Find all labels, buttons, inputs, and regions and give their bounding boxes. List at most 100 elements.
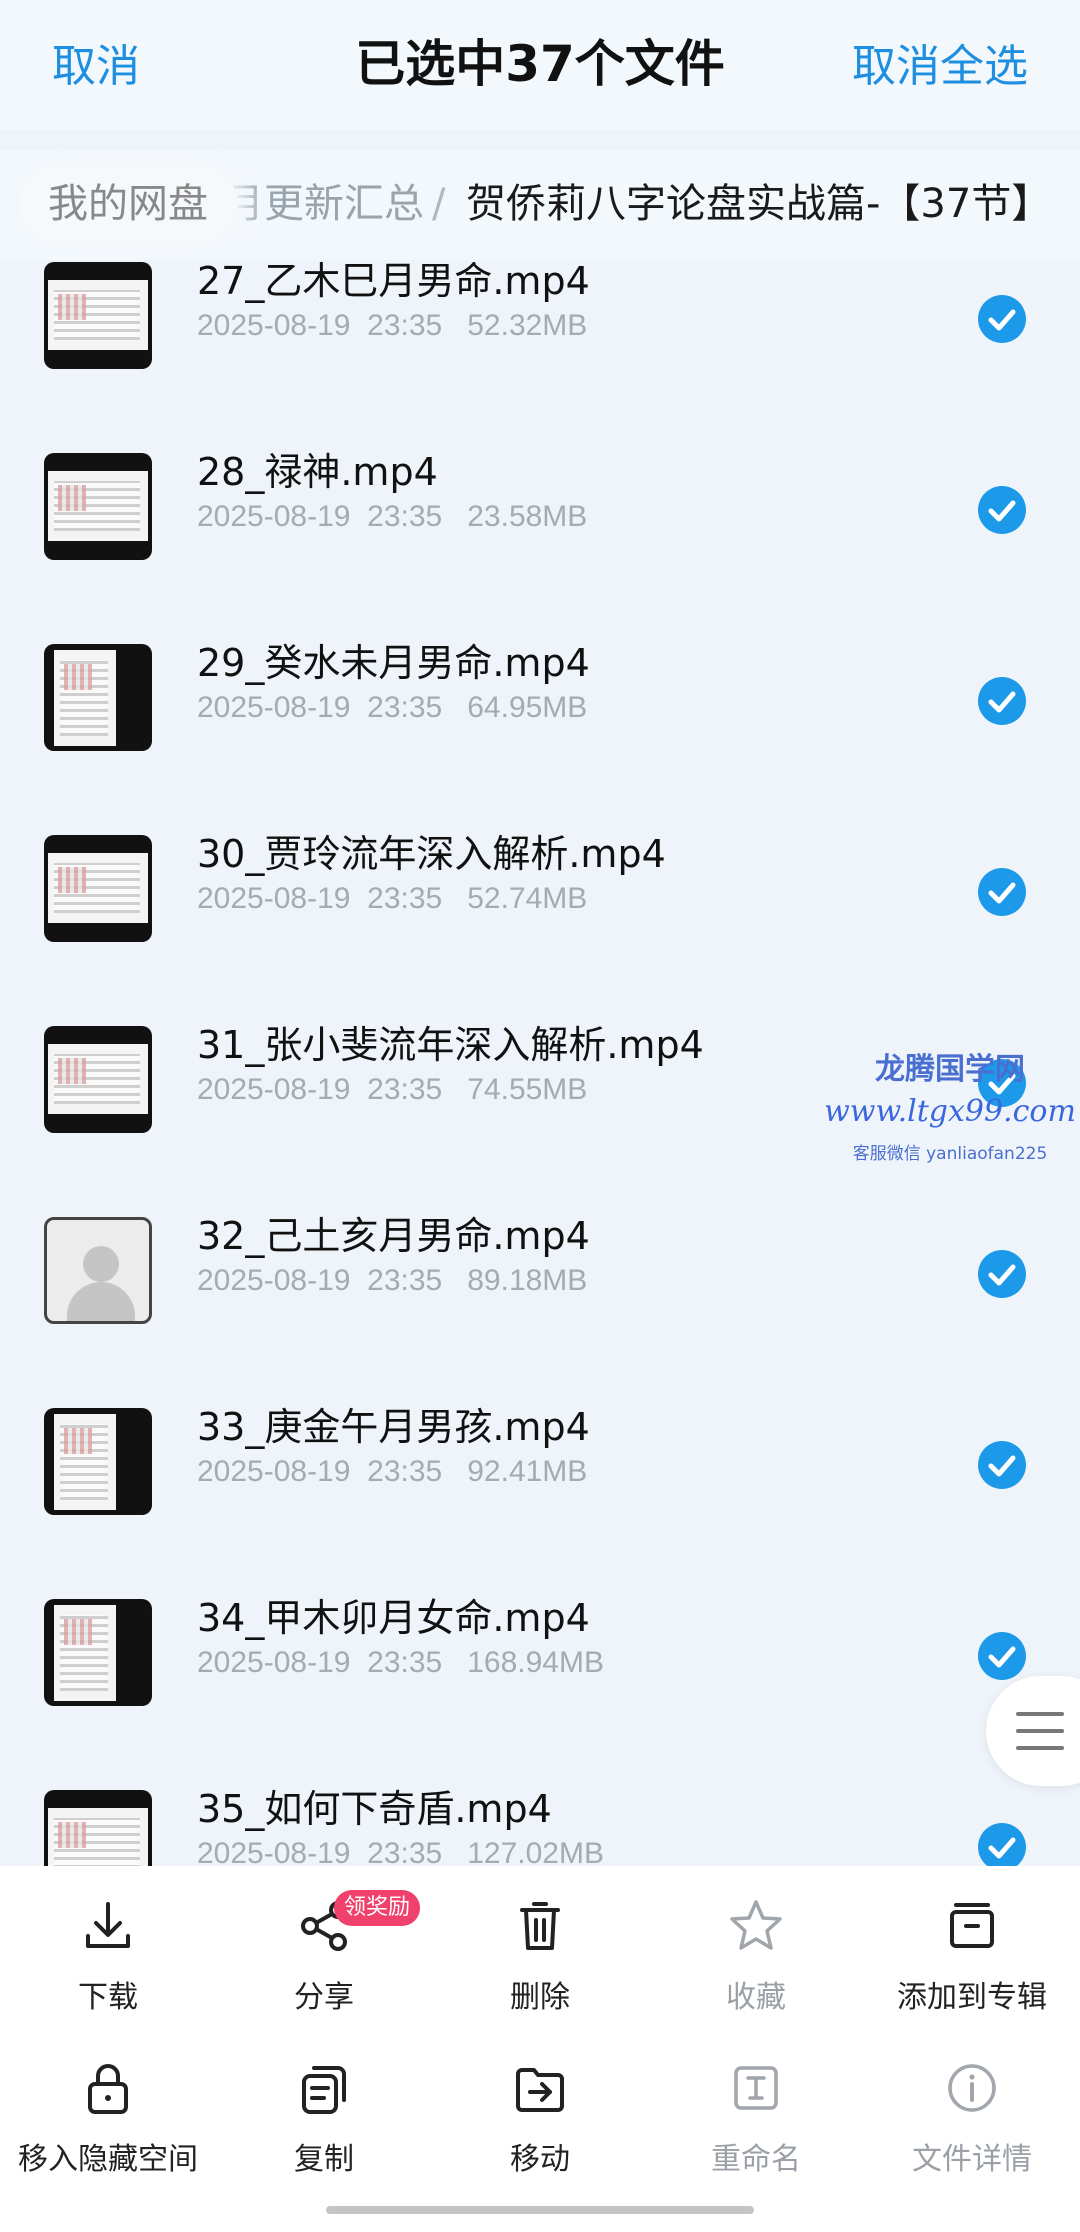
file-date: 2025-08-19 [197, 882, 351, 915]
file-size: 64.95MB [467, 691, 588, 724]
checkmark-icon [988, 1264, 1016, 1286]
checkmark-icon [988, 309, 1016, 331]
file-date: 2025-08-19 [197, 1073, 351, 1106]
checked-checkbox[interactable] [978, 1250, 1026, 1298]
file-meta: 2025-08-19 23:35 23.58MB [197, 500, 587, 534]
file-row[interactable]: 33_庚金午月男孩.mp4 2025-08-19 23:35 92.41MB [0, 1351, 1080, 1542]
file-time: 23:35 [367, 1455, 443, 1488]
file-time: 23:35 [367, 882, 443, 915]
breadcrumb-item-current: 贺侨莉八字论盘实战篇-【37节】 [466, 181, 1052, 227]
rename-icon [734, 2066, 778, 2110]
file-date: 2025-08-19 [197, 309, 351, 342]
breadcrumb-separator: / [432, 181, 446, 227]
home-indicator[interactable] [326, 2206, 754, 2214]
file-size: 127.02MB [467, 1837, 604, 1866]
selection-header: 取消 已选中37个文件 取消全选 [0, 0, 1080, 130]
watermark-contact: 客服微信 yanliaofan225 [852, 1144, 1048, 1164]
file-size: 52.74MB [467, 882, 588, 915]
share-label: 分享 [294, 1980, 354, 2015]
checked-checkbox[interactable] [978, 677, 1026, 725]
copy-label: 复制 [294, 2142, 354, 2177]
deselect-all-button[interactable]: 取消全选 [852, 30, 1028, 94]
rename-label: 重命名 [711, 2142, 801, 2177]
file-row[interactable]: 32_己土亥月男命.mp4 2025-08-19 23:35 89.18MB [0, 1160, 1080, 1351]
file-date: 2025-08-19 [197, 1455, 351, 1488]
menu-icon [1016, 1729, 1064, 1733]
file-meta: 2025-08-19 23:35 92.41MB [197, 1455, 587, 1489]
breadcrumb-item-my-drive[interactable]: 我的网盘 [18, 166, 238, 242]
file-size: 52.32MB [467, 309, 588, 342]
file-name: 27_乙木巳月男命.mp4 [197, 262, 590, 303]
video-thumbnail [44, 453, 152, 560]
move-to-hidden-space-label: 移入隐藏空间 [18, 2142, 198, 2177]
checkmark-icon [988, 1646, 1016, 1668]
checked-checkbox[interactable] [978, 1632, 1026, 1680]
favorite-button[interactable]: 收藏 [648, 1896, 864, 2016]
breadcrumb-item-monthly-updates[interactable]: 月更新汇总 [224, 166, 424, 242]
file-meta: 2025-08-19 23:35 127.02MB [197, 1837, 604, 1866]
checked-checkbox[interactable] [978, 486, 1026, 534]
file-size: 74.55MB [467, 1073, 588, 1106]
copy-button[interactable]: 复制 [216, 2058, 432, 2178]
download-label: 下载 [78, 1980, 138, 2015]
file-time: 23:35 [367, 1264, 443, 1297]
file-name: 32_己土亥月男命.mp4 [197, 1214, 590, 1258]
checkmark-icon [988, 500, 1016, 522]
file-row[interactable]: 27_乙木巳月男命.mp4 2025-08-19 23:35 52.32MB [0, 262, 1080, 396]
add-to-album-label: 添加到专辑 [897, 1980, 1047, 2015]
lock-icon [88, 2064, 128, 2114]
file-details-label: 文件详情 [912, 2142, 1032, 2177]
avatar-thumbnail [44, 1217, 152, 1324]
move-label: 移动 [510, 2142, 570, 2177]
file-row[interactable]: 29_癸水未月男命.mp4 2025-08-19 23:35 64.95MB [0, 587, 1080, 778]
download-button[interactable]: 下载 [0, 1896, 216, 2016]
checked-checkbox[interactable] [978, 295, 1026, 343]
delete-label: 删除 [510, 1980, 570, 2015]
file-time: 23:35 [367, 500, 443, 533]
info-icon [948, 2064, 996, 2112]
rename-button[interactable]: 重命名 [648, 2058, 864, 2178]
file-size: 23.58MB [467, 500, 588, 533]
file-time: 23:35 [367, 309, 443, 342]
file-name: 34_甲木卯月女命.mp4 [197, 1596, 590, 1640]
album-icon [950, 1903, 994, 1948]
file-size: 89.18MB [467, 1264, 588, 1297]
file-row[interactable]: 35_如何下奇盾.mp4 2025-08-19 23:35 127.02MB [0, 1733, 1080, 1866]
checkmark-icon [988, 691, 1016, 713]
video-thumbnail [44, 644, 152, 751]
file-row[interactable]: 34_甲木卯月女命.mp4 2025-08-19 23:35 168.94MB [0, 1542, 1080, 1733]
file-date: 2025-08-19 [197, 1837, 351, 1866]
delete-button[interactable]: 删除 [432, 1896, 648, 2016]
favorite-label: 收藏 [726, 1980, 786, 2015]
file-date: 2025-08-19 [197, 500, 351, 533]
file-meta: 2025-08-19 23:35 64.95MB [197, 691, 587, 725]
file-name: 31_张小斐流年深入解析.mp4 [197, 1023, 704, 1067]
file-name: 33_庚金午月男孩.mp4 [197, 1405, 590, 1449]
file-meta: 2025-08-19 23:35 52.74MB [197, 882, 587, 916]
file-date: 2025-08-19 [197, 1264, 351, 1297]
copy-icon [302, 2066, 346, 2114]
checked-checkbox[interactable] [978, 1823, 1026, 1866]
checked-checkbox[interactable] [978, 868, 1026, 916]
move-to-hidden-space-button[interactable]: 移入隐藏空间 [0, 2058, 216, 2178]
file-meta: 2025-08-19 23:35 74.55MB [197, 1073, 587, 1107]
file-date: 2025-08-19 [197, 1646, 351, 1679]
file-meta: 2025-08-19 23:35 89.18MB [197, 1264, 587, 1298]
file-row[interactable]: 30_贾玲流年深入解析.mp4 2025-08-19 23:35 52.74MB [0, 778, 1080, 969]
star-icon [730, 1900, 782, 1950]
video-thumbnail [44, 1026, 152, 1133]
add-to-album-button[interactable]: 添加到专辑 [864, 1896, 1080, 2016]
file-name: 30_贾玲流年深入解析.mp4 [197, 832, 666, 876]
checked-checkbox[interactable] [978, 1441, 1026, 1489]
menu-icon [1016, 1746, 1064, 1750]
watermark-title: 龙腾国学网 [875, 1052, 1025, 1087]
file-details-button[interactable]: 文件详情 [864, 2058, 1080, 2178]
checkmark-icon [988, 1837, 1016, 1859]
watermark: 龙腾国学网 www.ltgx99.com 客服微信 yanliaofan225 [820, 1044, 1080, 1164]
trash-icon [520, 1902, 560, 1950]
watermark-url: www.ltgx99.com [824, 1094, 1076, 1129]
action-toolbar: 下载 分享 删除 收藏 添加到专辑 移入隐藏空间 复制 移动 重命名 文件详情 [0, 1866, 1080, 2232]
move-button[interactable]: 移动 [432, 2058, 648, 2178]
checkmark-icon [988, 1455, 1016, 1477]
file-row[interactable]: 28_禄神.mp4 2025-08-19 23:35 23.58MB [0, 396, 1080, 587]
